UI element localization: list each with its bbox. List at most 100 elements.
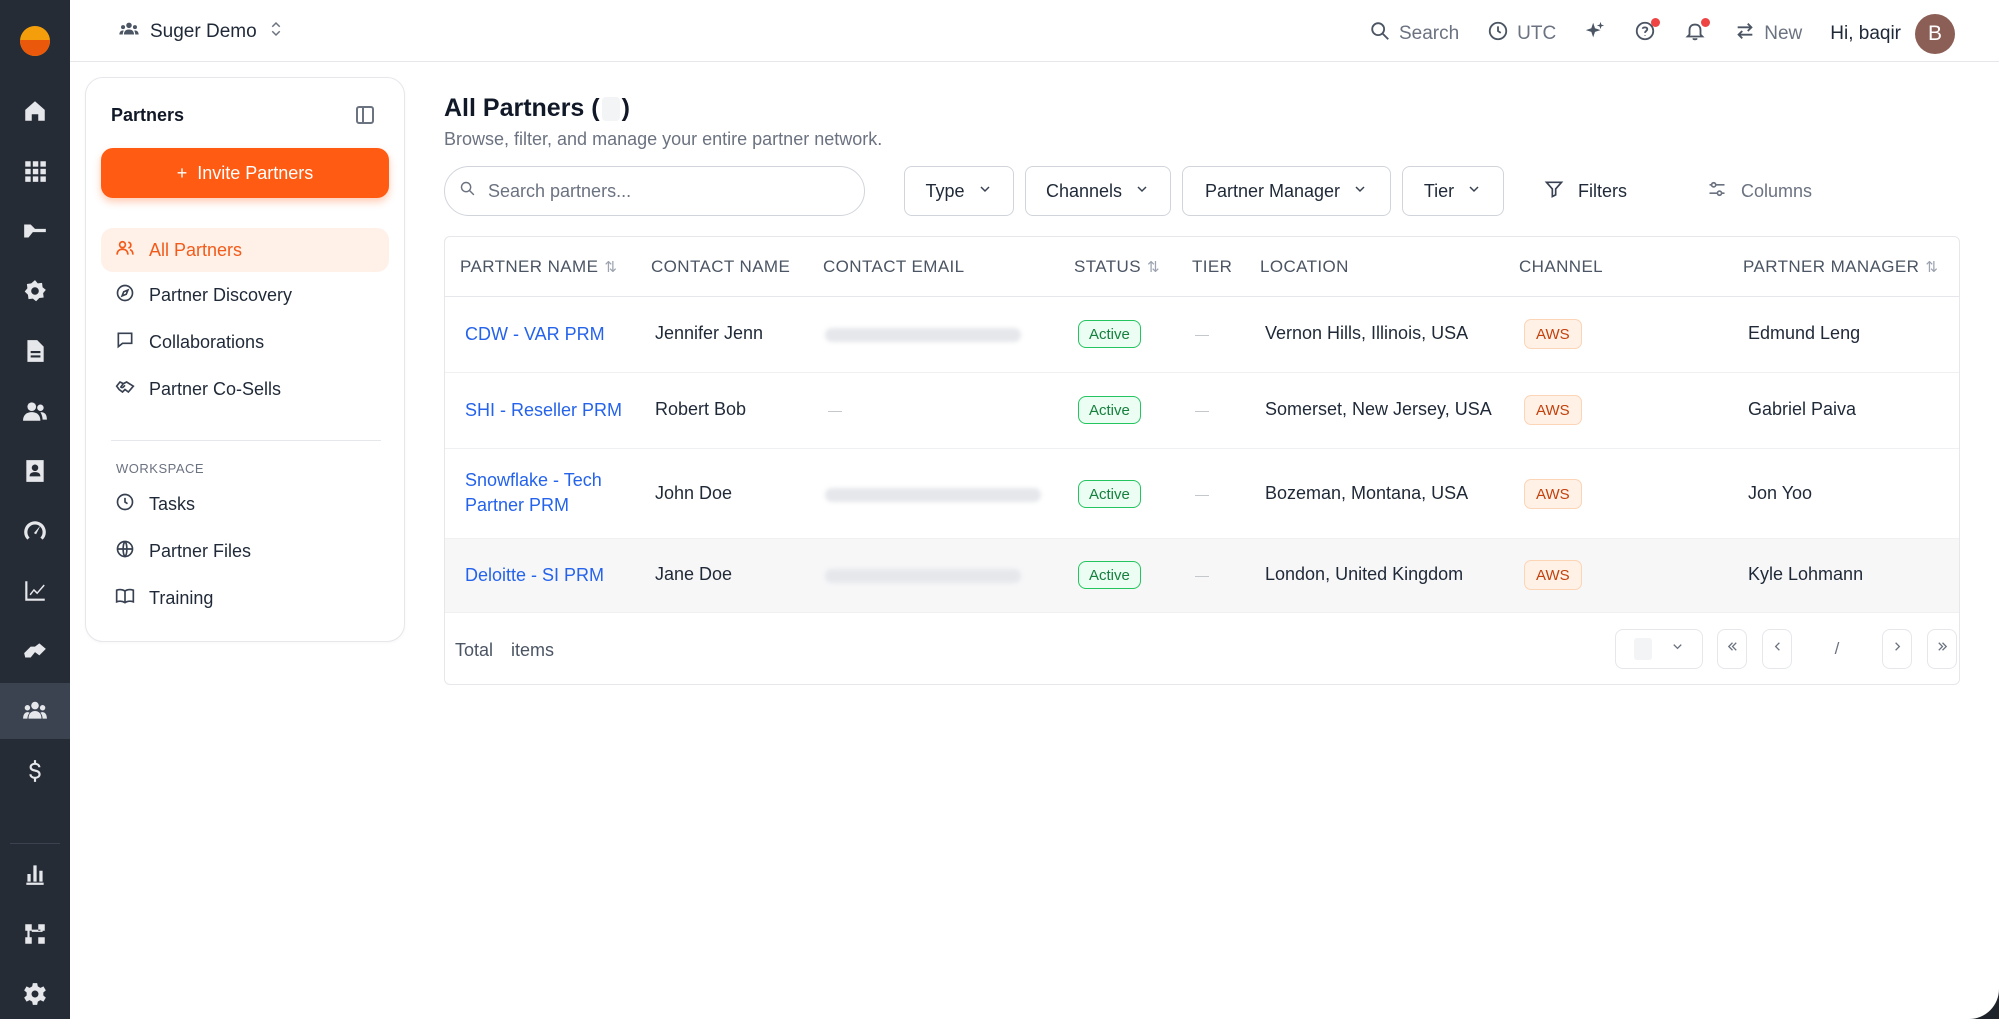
user-menu[interactable]: Hi, baqir bbox=[1830, 23, 1901, 45]
settings-gear-icon[interactable] bbox=[0, 263, 70, 319]
tier-filter[interactable]: Tier bbox=[1402, 166, 1504, 216]
page-title: All Partners () bbox=[444, 94, 630, 122]
contacts-icon[interactable] bbox=[0, 443, 70, 499]
contact-name: Jennifer Jenn bbox=[655, 323, 764, 343]
table-row[interactable]: SHI - Reseller PRM Robert Bob Active Som… bbox=[445, 373, 1959, 449]
table-row[interactable]: Snowflake - Tech Partner PRM John Doe Ac… bbox=[445, 449, 1959, 539]
partner-name-link[interactable]: Deloitte - SI PRM bbox=[465, 563, 604, 588]
timezone-button[interactable]: UTC bbox=[1487, 20, 1556, 48]
avatar[interactable]: B bbox=[1915, 14, 1955, 54]
col-label: TIER bbox=[1192, 257, 1233, 276]
nav-label: Tasks bbox=[149, 493, 196, 514]
type-filter-label: Type bbox=[925, 180, 965, 201]
type-filter[interactable]: Type bbox=[904, 166, 1014, 216]
table-row[interactable]: CDW - VAR PRM Jennifer Jenn Active Verno… bbox=[445, 297, 1959, 373]
invite-partners-button[interactable]: + Invite Partners bbox=[101, 148, 389, 198]
new-button[interactable]: New bbox=[1734, 20, 1802, 48]
org-switcher[interactable]: Suger Demo bbox=[118, 18, 285, 46]
partner-name-link[interactable]: SHI - Reseller PRM bbox=[465, 398, 622, 423]
last-page-button[interactable] bbox=[1927, 629, 1957, 669]
page-size-value bbox=[1633, 638, 1652, 660]
search-partners-input[interactable] bbox=[488, 180, 838, 202]
first-page-button[interactable] bbox=[1717, 629, 1747, 669]
nav-partner-co-sells[interactable]: Partner Co-Sells bbox=[101, 367, 389, 411]
home-icon[interactable] bbox=[0, 83, 70, 139]
table-row[interactable]: Deloitte - SI PRM Jane Doe Active London… bbox=[445, 539, 1959, 613]
gear-icon[interactable] bbox=[0, 966, 70, 1019]
products-icon[interactable] bbox=[0, 203, 70, 259]
workspace-heading: WORKSPACE bbox=[116, 461, 205, 476]
org-name: Suger Demo bbox=[150, 21, 257, 42]
workflow-icon[interactable] bbox=[0, 906, 70, 962]
new-label: New bbox=[1764, 23, 1803, 44]
channels-filter[interactable]: Channels bbox=[1025, 166, 1171, 216]
bar-chart-icon[interactable] bbox=[0, 846, 70, 902]
nav-training[interactable]: Training bbox=[101, 576, 389, 620]
search-icon bbox=[1369, 20, 1391, 48]
channel-badge: AWS bbox=[1524, 395, 1582, 425]
col-label: PARTNER NAME bbox=[460, 257, 599, 276]
logo-icon[interactable] bbox=[20, 26, 50, 56]
top-bar: Suger Demo Search UTC New Hi, baqir B bbox=[70, 0, 1999, 62]
col-label: CHANNEL bbox=[1519, 257, 1604, 276]
col-partner-manager[interactable]: PARTNER MANAGER ⇅ bbox=[1743, 257, 1938, 277]
help-button[interactable] bbox=[1634, 18, 1661, 48]
nav-label: All Partners bbox=[149, 239, 243, 260]
nav-label: Training bbox=[149, 587, 214, 608]
analytics-icon[interactable] bbox=[0, 563, 70, 619]
chevrons-right-icon bbox=[1935, 639, 1950, 659]
users-icon bbox=[115, 238, 135, 263]
sort-icon[interactable]: ⇅ bbox=[604, 258, 617, 276]
chevron-down-icon bbox=[1670, 639, 1685, 659]
next-page-button[interactable] bbox=[1882, 629, 1912, 669]
table-header: PARTNER NAME ⇅ CONTACT NAME CONTACT EMAIL… bbox=[445, 237, 1959, 297]
clock-icon bbox=[115, 492, 135, 517]
columns-button[interactable]: Columns bbox=[1707, 166, 1812, 216]
globe-icon bbox=[115, 539, 135, 564]
document-icon[interactable] bbox=[0, 323, 70, 379]
col-location: LOCATION bbox=[1260, 257, 1349, 277]
apps-icon[interactable] bbox=[0, 143, 70, 199]
col-tier: TIER bbox=[1192, 257, 1232, 277]
users-icon[interactable] bbox=[0, 383, 70, 439]
partners-table: PARTNER NAME ⇅ CONTACT NAME CONTACT EMAIL… bbox=[444, 236, 1960, 685]
partner-name-link[interactable]: Snowflake - Tech Partner PRM bbox=[465, 468, 615, 518]
app-rail bbox=[0, 0, 70, 1019]
plus-icon: + bbox=[176, 162, 188, 183]
timezone-label: UTC bbox=[1517, 23, 1557, 44]
contact-email-redacted bbox=[825, 328, 1021, 342]
partner-manager: Kyle Lohmann bbox=[1748, 564, 1864, 584]
col-label: PARTNER MANAGER bbox=[1743, 257, 1920, 276]
col-label: CONTACT EMAIL bbox=[823, 257, 965, 276]
nav-tasks[interactable]: Tasks bbox=[101, 482, 389, 526]
chevron-down-icon bbox=[1352, 181, 1368, 202]
filters-button[interactable]: Filters bbox=[1544, 166, 1627, 216]
nav-collaborations[interactable]: Collaborations bbox=[101, 320, 389, 364]
sort-icon[interactable]: ⇅ bbox=[1147, 258, 1160, 276]
total-label: Total bbox=[455, 640, 494, 660]
partner-manager-filter[interactable]: Partner Manager bbox=[1182, 166, 1391, 216]
notifications-button[interactable] bbox=[1684, 18, 1711, 48]
global-search-button[interactable]: Search bbox=[1369, 20, 1459, 48]
col-partner-name[interactable]: PARTNER NAME ⇅ bbox=[460, 257, 617, 277]
partners-icon[interactable] bbox=[0, 683, 70, 739]
sort-icon[interactable]: ⇅ bbox=[1925, 258, 1938, 276]
ai-sparkle-button[interactable] bbox=[1584, 20, 1606, 48]
col-channel: CHANNEL bbox=[1519, 257, 1603, 277]
partner-name-link[interactable]: CDW - VAR PRM bbox=[465, 322, 605, 347]
chevrons-left-icon bbox=[1725, 639, 1740, 659]
prev-page-button[interactable] bbox=[1762, 629, 1792, 669]
nav-partner-discovery[interactable]: Partner Discovery bbox=[101, 273, 389, 317]
handshake-icon[interactable] bbox=[0, 623, 70, 679]
channel-badge: AWS bbox=[1524, 479, 1582, 509]
chevron-down-icon bbox=[977, 181, 993, 202]
dollar-icon[interactable] bbox=[0, 743, 70, 799]
page-size-select[interactable] bbox=[1615, 629, 1703, 669]
status-badge: Active bbox=[1078, 320, 1141, 348]
nav-all-partners[interactable]: All Partners bbox=[101, 228, 389, 272]
status-badge: Active bbox=[1078, 480, 1141, 508]
collapse-panel-icon[interactable] bbox=[356, 106, 374, 124]
gauge-icon[interactable] bbox=[0, 503, 70, 559]
nav-partner-files[interactable]: Partner Files bbox=[101, 529, 389, 573]
col-status[interactable]: STATUS ⇅ bbox=[1074, 257, 1160, 277]
